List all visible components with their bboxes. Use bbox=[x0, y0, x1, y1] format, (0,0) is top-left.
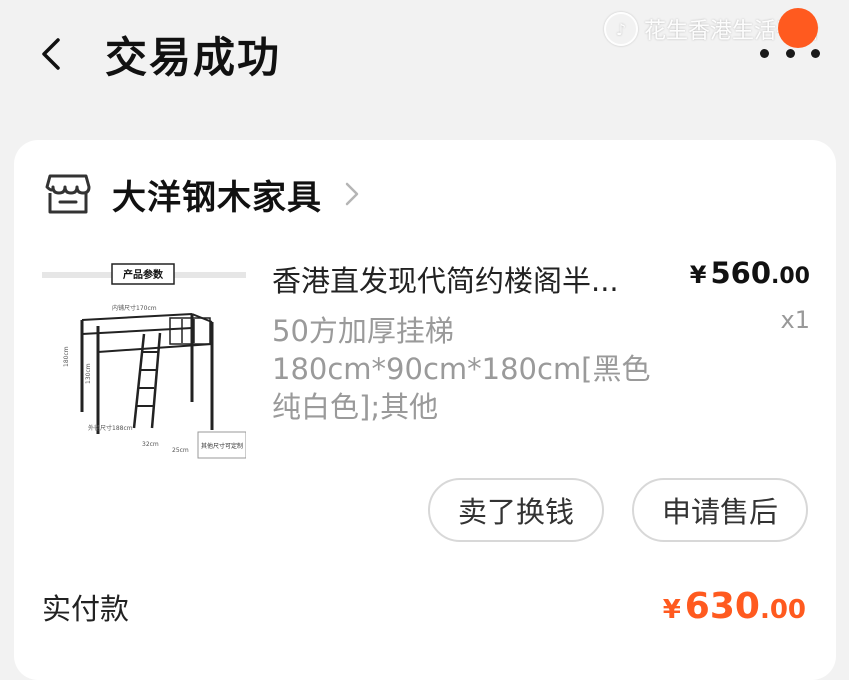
paid-label: 实付款 bbox=[42, 592, 130, 626]
loft-bed-image: 产品参数 内铺尺寸170cm 180cm 130cm 外径尺寸188cm 32c… bbox=[42, 263, 247, 459]
product-title[interactable]: 香港直发现代简约楼阁半... bbox=[272, 258, 672, 300]
image-label: 内铺尺寸170cm bbox=[112, 304, 157, 312]
paid-decimal: .00 bbox=[759, 595, 806, 625]
page-title: 交易成功 bbox=[105, 33, 282, 82]
image-label: 130cm bbox=[85, 363, 92, 384]
image-label: 180cm bbox=[63, 346, 70, 367]
paid-currency: ¥ bbox=[662, 595, 681, 625]
paid-amount: ¥630.00 bbox=[663, 586, 806, 627]
product-quantity: x1 bbox=[780, 306, 810, 334]
after-sale-button[interactable]: 申请售后 bbox=[632, 478, 808, 542]
tiktok-logo-icon: ♪ bbox=[604, 12, 638, 46]
back-button[interactable] bbox=[36, 34, 66, 74]
chevron-left-icon bbox=[42, 38, 60, 70]
chevron-right-icon bbox=[345, 182, 359, 206]
shop-link[interactable]: 大洋钢木家具 bbox=[44, 172, 360, 218]
image-label: 其他尺寸可定制 bbox=[201, 442, 243, 450]
order-card: 大洋钢木家具 产品参数 内铺尺寸170cm 180cm 130cm 外径尺寸18… bbox=[14, 140, 836, 680]
price-decimal: .00 bbox=[771, 264, 810, 289]
image-label: 32cm bbox=[142, 441, 159, 448]
header: 交易成功 ♪ 花生香港生活平台 bbox=[0, 0, 849, 110]
more-button[interactable] bbox=[760, 40, 820, 66]
paid-integer: 630 bbox=[684, 586, 760, 627]
image-banner: 产品参数 bbox=[123, 268, 164, 281]
price-currency: ¥ bbox=[689, 261, 707, 289]
product-spec: 50方加厚挂梯 180cm*90cm*180cm[黑色纯白色];其他 bbox=[272, 314, 651, 424]
image-label: 25cm bbox=[172, 447, 189, 454]
sell-button[interactable]: 卖了换钱 bbox=[428, 478, 604, 542]
product-image[interactable]: 产品参数 内铺尺寸170cm 180cm 130cm 外径尺寸188cm 32c… bbox=[42, 262, 247, 462]
more-dots-icon bbox=[760, 48, 769, 58]
shop-name: 大洋钢木家具 bbox=[112, 177, 322, 218]
price-integer: 560 bbox=[710, 256, 772, 290]
shop-icon bbox=[45, 174, 91, 214]
product-price: ¥560.00 bbox=[690, 256, 810, 290]
image-label: 外径尺寸188cm bbox=[88, 424, 133, 432]
